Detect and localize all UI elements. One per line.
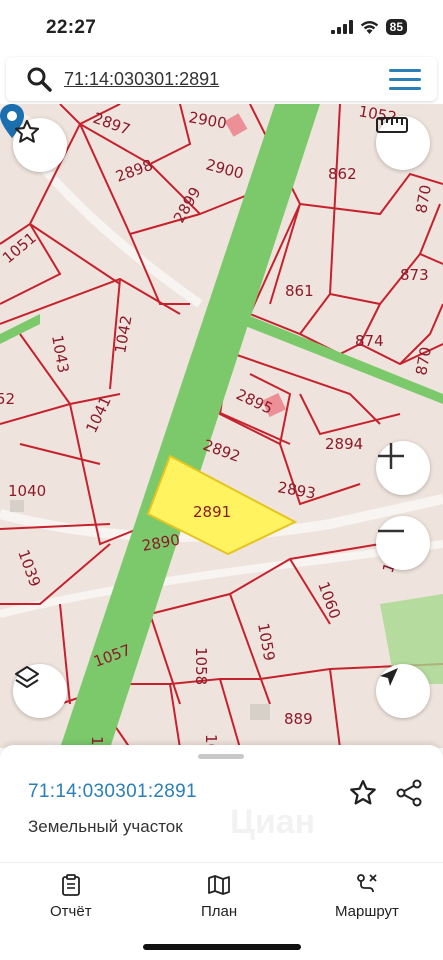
- ruler-icon: [376, 117, 408, 133]
- home-indicator: [143, 944, 301, 950]
- nav-route[interactable]: Маршрут: [335, 873, 399, 920]
- parcel-label-52: 52: [0, 390, 15, 408]
- ruler-button[interactable]: [376, 116, 430, 170]
- parcel-label-874: 874: [355, 332, 384, 350]
- parcel-label-889: 889: [284, 710, 313, 728]
- watermark: Циан: [230, 803, 316, 841]
- parcel-label-873: 873: [400, 266, 429, 284]
- parcel-label-1058: 1058: [192, 647, 210, 685]
- nav-report[interactable]: Отчёт: [50, 873, 92, 920]
- nav-route-label: Маршрут: [335, 903, 399, 920]
- parcel-label-861: 861: [285, 282, 314, 300]
- signal-icon: [330, 20, 353, 34]
- parcel-label-862: 862: [328, 165, 357, 183]
- nav-plan-label: План: [201, 903, 238, 920]
- map-canvas[interactable]: 2897 2900 10522900289828998628701051873861…: [0, 104, 443, 748]
- parcel-id[interactable]: 71:14:030301:2891: [28, 781, 197, 803]
- layers-icon: [15, 666, 39, 688]
- minus-icon: [378, 529, 404, 533]
- search-input[interactable]: [64, 65, 364, 93]
- menu-icon[interactable]: [389, 69, 421, 91]
- status-icons: 85: [330, 19, 407, 35]
- layers-button[interactable]: [13, 664, 67, 718]
- parcel-info-sheet[interactable]: Циан 71:14:030301:2891 Земельный участок: [0, 745, 443, 865]
- parcel-type: Земельный участок: [28, 817, 183, 836]
- cadastral-map[interactable]: 2897 2900 1052 2900 2898 2899 862 870 1051 873 861…: [0, 104, 443, 748]
- plus-icon: [378, 443, 404, 469]
- nav-plan[interactable]: План: [201, 873, 237, 920]
- nav-report-label: Отчёт: [50, 903, 92, 920]
- status-time: 22:27: [46, 17, 97, 38]
- star-icon[interactable]: [348, 778, 378, 808]
- battery-indicator: 85: [385, 19, 407, 35]
- map-icon: [208, 875, 230, 895]
- search-bar: [6, 57, 437, 101]
- navigation-arrow-icon: [380, 668, 398, 686]
- locate-me-button[interactable]: [376, 664, 430, 718]
- star-icon: [14, 119, 40, 143]
- parcel-label-1040: 1040: [8, 482, 46, 500]
- favorites-button[interactable]: [13, 118, 67, 172]
- share-icon[interactable]: [394, 778, 424, 808]
- sheet-drag-handle[interactable]: [198, 754, 244, 759]
- parcel-label-2891: 2891: [193, 503, 231, 521]
- route-icon: [357, 874, 377, 893]
- zoom-out-button[interactable]: [376, 516, 430, 570]
- status-bar: 22:27 85: [0, 0, 443, 56]
- wifi-icon: [360, 21, 378, 34]
- clipboard-icon: [61, 874, 80, 896]
- search-icon[interactable]: [26, 66, 52, 92]
- parcel-label-2894: 2894: [325, 435, 363, 453]
- zoom-in-button[interactable]: [376, 441, 430, 495]
